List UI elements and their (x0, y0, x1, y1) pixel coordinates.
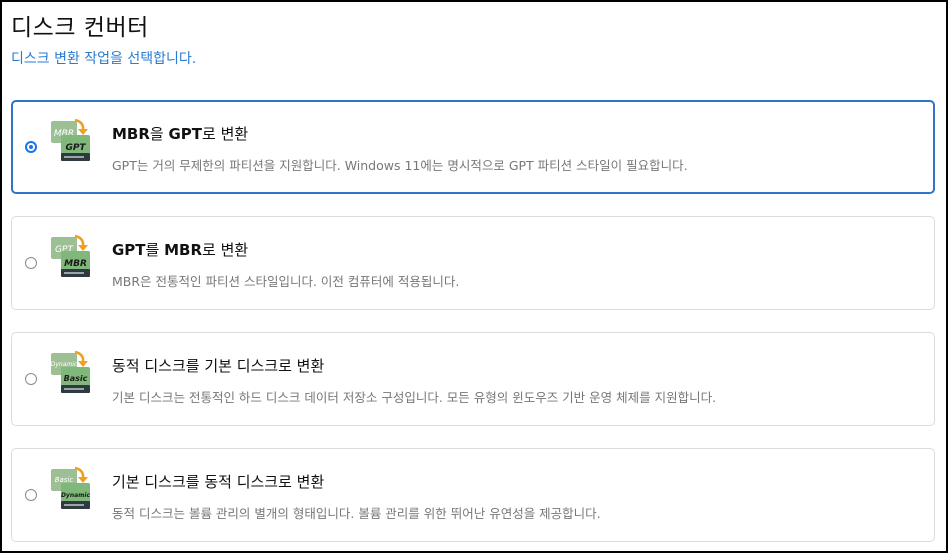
option-title: 기본 디스크를 동적 디스크로 변환 (112, 473, 325, 491)
radio-basic-to-dynamic[interactable] (25, 489, 37, 501)
mbr-to-gpt-icon: MBR GPT (51, 118, 90, 161)
option-title: MBR을 GPT로 변환 (112, 125, 249, 143)
svg-text:MBR: MBR (64, 259, 87, 269)
radio-mbr-to-gpt[interactable] (25, 141, 37, 153)
option-gpt-to-mbr[interactable]: GPT MBR GPT를 MBR로 변환 MBR은 전통적인 파티션 스타일입니… (11, 216, 935, 310)
svg-text:Basic: Basic (64, 374, 88, 383)
dynamic-to-basic-icon: Dynamic Basic (51, 350, 90, 393)
option-title: GPT를 MBR로 변환 (112, 241, 249, 259)
svg-text:Basic: Basic (55, 476, 74, 484)
basic-to-dynamic-icon: Basic Dynamic (51, 466, 91, 509)
svg-text:Dynamic: Dynamic (51, 361, 78, 368)
disk-converter-window: 디스크 컨버터 디스크 변환 작업을 선택합니다. MBR GPT MBR을 G… (2, 2, 946, 551)
option-description: 기본 디스크는 전통적인 하드 디스크 데이터 저장소 구성입니다. 모든 유형… (112, 390, 717, 405)
option-dynamic-to-basic[interactable]: Dynamic Basic 동적 디스크를 기본 디스크로 변환 기본 디스크는… (11, 332, 935, 426)
page-subtitle: 디스크 변환 작업을 선택합니다. (11, 51, 197, 67)
option-title: 동적 디스크를 기본 디스크로 변환 (112, 357, 325, 375)
option-mbr-to-gpt[interactable]: MBR GPT MBR을 GPT로 변환 GPT는 거의 무제한의 파티션을 지… (11, 100, 935, 194)
option-description: GPT는 거의 무제한의 파티션을 지원합니다. Windows 11에는 명시… (112, 158, 688, 173)
page-title: 디스크 컨버터 (11, 15, 149, 41)
radio-dynamic-to-basic[interactable] (25, 373, 37, 385)
option-basic-to-dynamic[interactable]: Basic Dynamic 기본 디스크를 동적 디스크로 변환 동적 디스크는… (11, 448, 935, 542)
svg-text:Dynamic: Dynamic (61, 492, 91, 499)
svg-text:GPT: GPT (65, 143, 86, 153)
option-description: MBR은 전통적인 파티션 스타일입니다. 이전 컴퓨터에 적용됩니다. (112, 274, 460, 289)
gpt-to-mbr-icon: GPT MBR (51, 234, 90, 277)
radio-gpt-to-mbr[interactable] (25, 257, 37, 269)
option-description: 동적 디스크는 볼륨 관리의 별개의 형태입니다. 볼륨 관리를 위한 뛰어난 … (112, 506, 601, 521)
